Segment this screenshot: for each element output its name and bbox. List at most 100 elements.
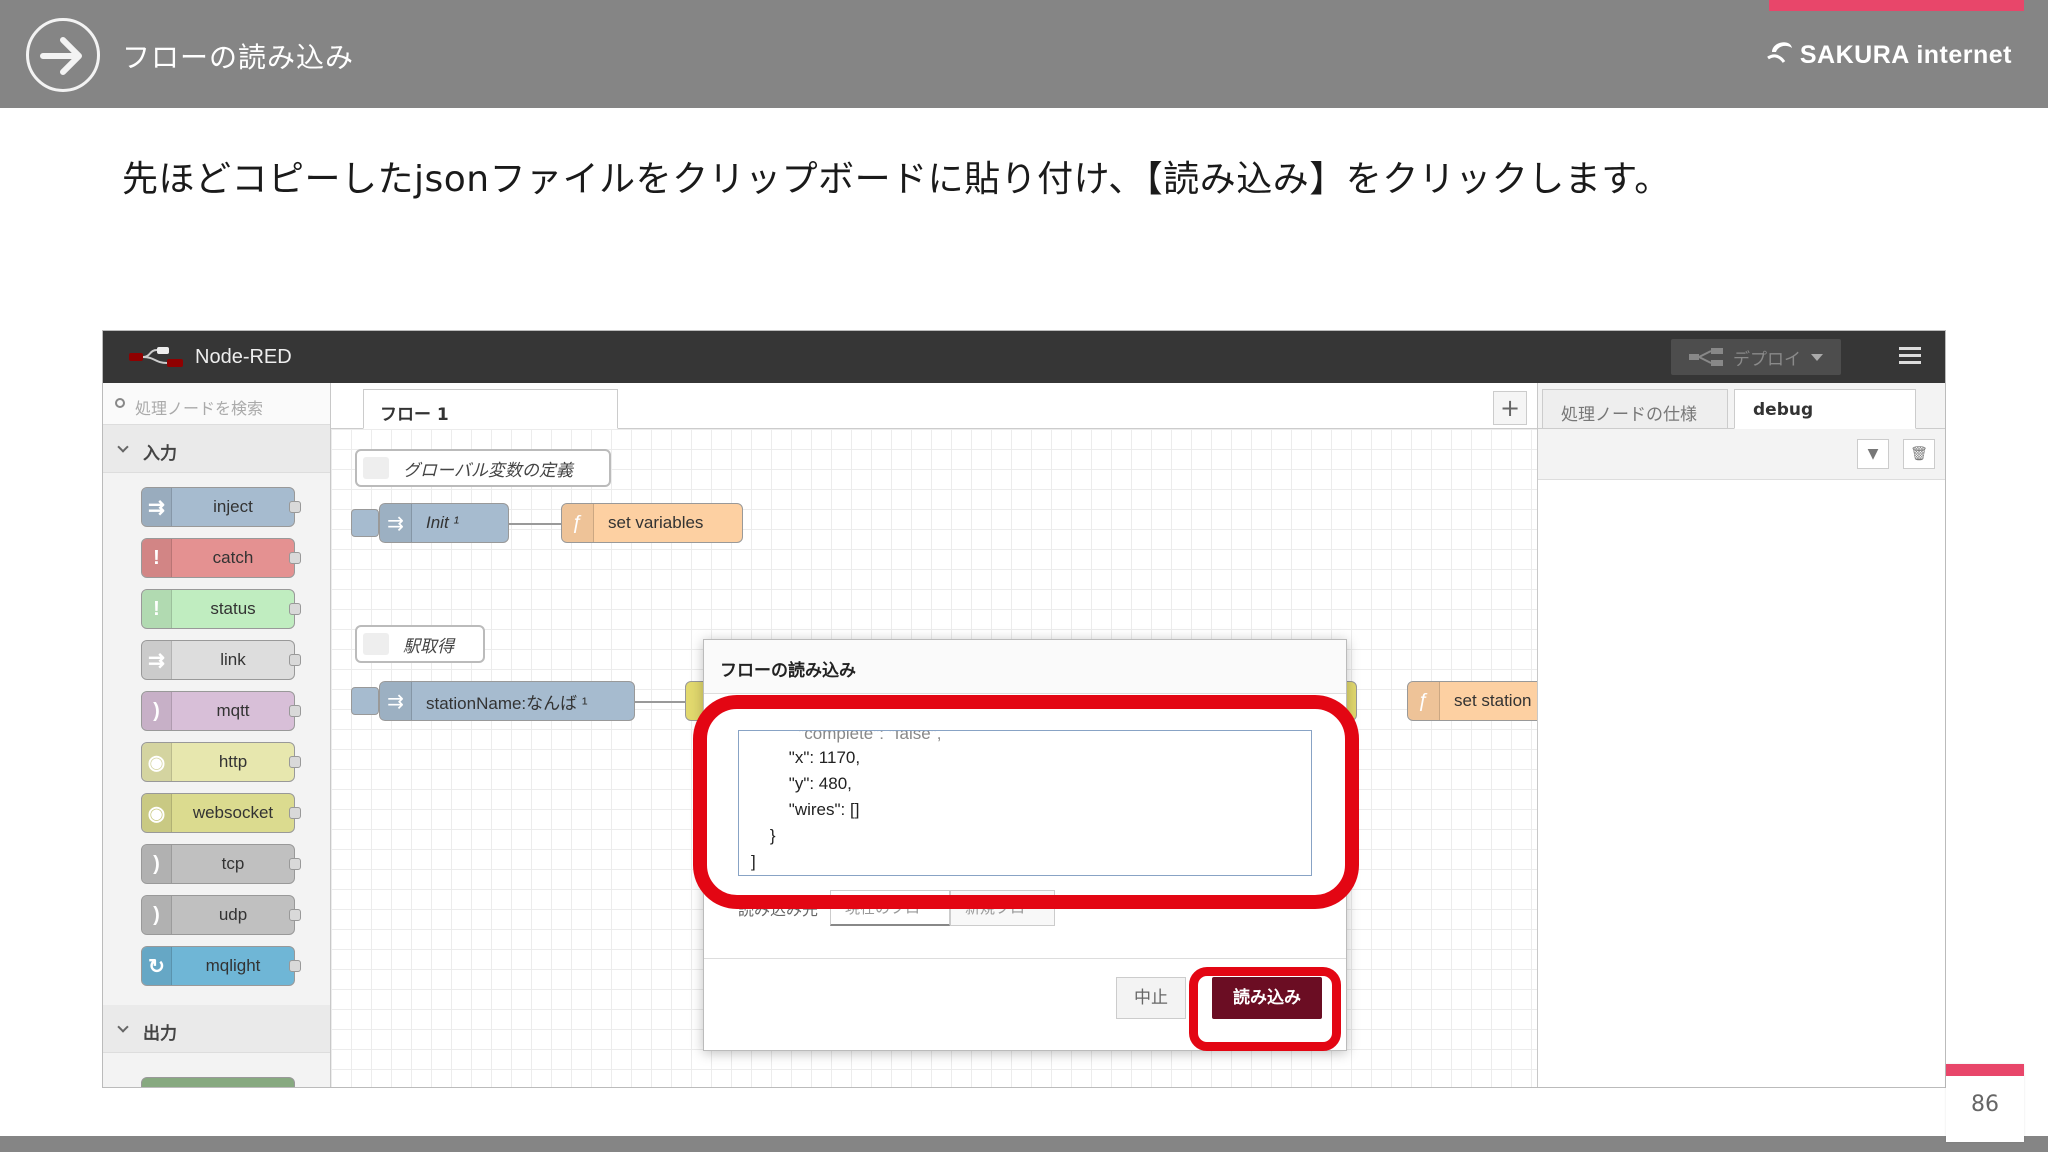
wire <box>635 701 685 703</box>
output-port[interactable] <box>289 858 301 870</box>
signal-icon: ) <box>142 692 172 730</box>
flow-node-station-name[interactable]: ⇉ stationName:なんば ¹ <box>379 681 635 721</box>
output-port[interactable] <box>289 960 301 972</box>
palette-node-websocket[interactable]: ◉ websocket <box>141 793 301 833</box>
output-port[interactable] <box>289 909 301 921</box>
highlight-textarea-frame <box>693 695 1359 909</box>
chevron-down-icon <box>1811 353 1823 361</box>
debug-panel <box>1538 479 1945 1087</box>
sakura-logo-icon <box>1766 36 1796 70</box>
arrow-in-icon: ⇉ <box>380 504 412 542</box>
signal-icon: ) <box>142 845 172 883</box>
tab-debug[interactable]: debug <box>1734 389 1916 429</box>
node-palette: 処理ノードを検索 入力 ⇉ inject ! catch ! status ⇉ … <box>103 383 331 1087</box>
mqlight-icon: ↻ <box>142 947 172 985</box>
chevron-down-icon <box>117 1021 129 1033</box>
slide-header: フローの読み込み SAKURA internet <box>0 0 2048 108</box>
nodered-window: Node-RED デプロイ 処理ノードを検索 入力 ⇉ inject ! cat… <box>102 330 1946 1088</box>
alert-icon: ! <box>142 590 172 628</box>
node-label: http <box>218 752 248 771</box>
output-port[interactable] <box>289 807 301 819</box>
palette-node-mqlight[interactable]: ↻ mqlight <box>141 946 301 986</box>
globe-icon: ◉ <box>142 794 172 832</box>
node-label: mqlight <box>205 956 261 975</box>
sidebar: 処理ノードの仕様 debug ▼ 🗑 <box>1537 383 1945 1087</box>
output-port[interactable] <box>289 756 301 768</box>
palette-node-inject[interactable]: ⇉ inject <box>141 487 301 527</box>
globe-icon: ◉ <box>142 743 172 781</box>
accent-strip <box>1769 0 2024 11</box>
palette-search-input[interactable]: 処理ノードを検索 <box>103 383 330 425</box>
brand-name: SAKURA internet <box>1799 41 2012 69</box>
node-label: link <box>220 650 246 669</box>
comment-node[interactable]: グローバル変数の定義 <box>355 449 611 487</box>
output-port[interactable] <box>289 552 301 564</box>
palette-search-placeholder: 処理ノードを検索 <box>135 399 264 418</box>
comment-node[interactable]: 駅取得 <box>355 625 485 663</box>
output-port[interactable] <box>289 705 301 717</box>
palette-node-status[interactable]: ! status <box>141 589 301 629</box>
wire <box>509 523 561 525</box>
cancel-button[interactable]: 中止 <box>1116 977 1186 1019</box>
output-port[interactable] <box>289 603 301 615</box>
palette-category-input[interactable]: 入力 <box>103 425 330 473</box>
deploy-button[interactable]: デプロイ <box>1671 339 1841 375</box>
add-tab-button[interactable]: + <box>1493 391 1527 425</box>
node-label: Init ¹ <box>426 513 460 532</box>
node-label: set variables <box>608 513 704 532</box>
node-label: status <box>210 599 256 618</box>
deploy-icon <box>1689 348 1723 366</box>
deploy-label: デプロイ <box>1733 349 1801 370</box>
node-label: set station <box>1454 691 1532 710</box>
link-icon: ⇉ <box>142 641 172 679</box>
filter-icon[interactable]: ▼ <box>1857 439 1889 469</box>
palette-node-partial[interactable] <box>141 1077 295 1087</box>
page-number: 86 <box>1971 1092 1999 1117</box>
function-icon: ƒ <box>1408 682 1440 720</box>
chevron-down-icon <box>117 441 129 453</box>
node-label: catch <box>212 548 254 567</box>
node-label: udp <box>218 905 248 924</box>
palette-node-tcp[interactable]: ) tcp <box>141 844 301 884</box>
palette-category-output[interactable]: 出力 <box>103 1005 330 1053</box>
alert-icon: ! <box>142 539 172 577</box>
palette-node-http[interactable]: ◉ http <box>141 742 301 782</box>
nodered-topbar: Node-RED デプロイ <box>103 331 1945 383</box>
instruction-text: 先ほどコピーしたjsonファイルをクリップボードに貼り付け、【読み込み】をクリッ… <box>122 159 1671 200</box>
tab-node-info[interactable]: 処理ノードの仕様 <box>1542 389 1728 429</box>
inject-trigger-button[interactable] <box>351 687 379 715</box>
hamburger-menu-icon[interactable] <box>1899 347 1921 365</box>
palette-node-catch[interactable]: ! catch <box>141 538 301 578</box>
dialog-title: フローの読み込み <box>704 640 1346 694</box>
node-label: stationName:なんば ¹ <box>426 693 588 713</box>
palette-node-udp[interactable]: ) udp <box>141 895 301 935</box>
node-label: inject <box>213 497 253 516</box>
output-port[interactable] <box>289 654 301 666</box>
arrow-in-icon: ⇉ <box>142 488 172 526</box>
nodered-logo: Node-RED <box>127 345 292 369</box>
function-icon: ƒ <box>562 504 594 542</box>
sidebar-tabs: 処理ノードの仕様 debug <box>1538 383 1945 429</box>
search-icon <box>115 398 125 408</box>
category-label: 出力 <box>143 1024 177 1044</box>
inject-trigger-button[interactable] <box>351 509 379 537</box>
slide-footer-bar <box>0 1136 2048 1152</box>
node-label: mqtt <box>216 701 250 720</box>
output-port[interactable] <box>289 501 301 513</box>
flow-node-set-variables[interactable]: ƒ set variables <box>561 503 743 543</box>
arrow-right-icon <box>26 18 100 92</box>
palette-node-link[interactable]: ⇉ link <box>141 640 301 680</box>
slide-title: フローの読み込み <box>122 41 355 74</box>
nodered-logo-icon <box>127 345 187 369</box>
trash-icon[interactable]: 🗑 <box>1903 439 1935 469</box>
app-name: Node-RED <box>195 345 292 368</box>
debug-toolbar: ▼ 🗑 <box>1857 439 1935 469</box>
flow-node-init[interactable]: ⇉ Init ¹ <box>379 503 509 543</box>
category-label: 入力 <box>143 444 177 464</box>
slide: フローの読み込み SAKURA internet 先ほどコピーしたjsonファイ… <box>0 0 2048 1152</box>
highlight-import-button-frame <box>1189 967 1341 1051</box>
workspace-tabs: フロー 1 + <box>331 383 1537 429</box>
tab-flow-1[interactable]: フロー 1 <box>363 389 618 429</box>
palette-node-mqtt[interactable]: ) mqtt <box>141 691 301 731</box>
node-label: tcp <box>221 854 245 873</box>
